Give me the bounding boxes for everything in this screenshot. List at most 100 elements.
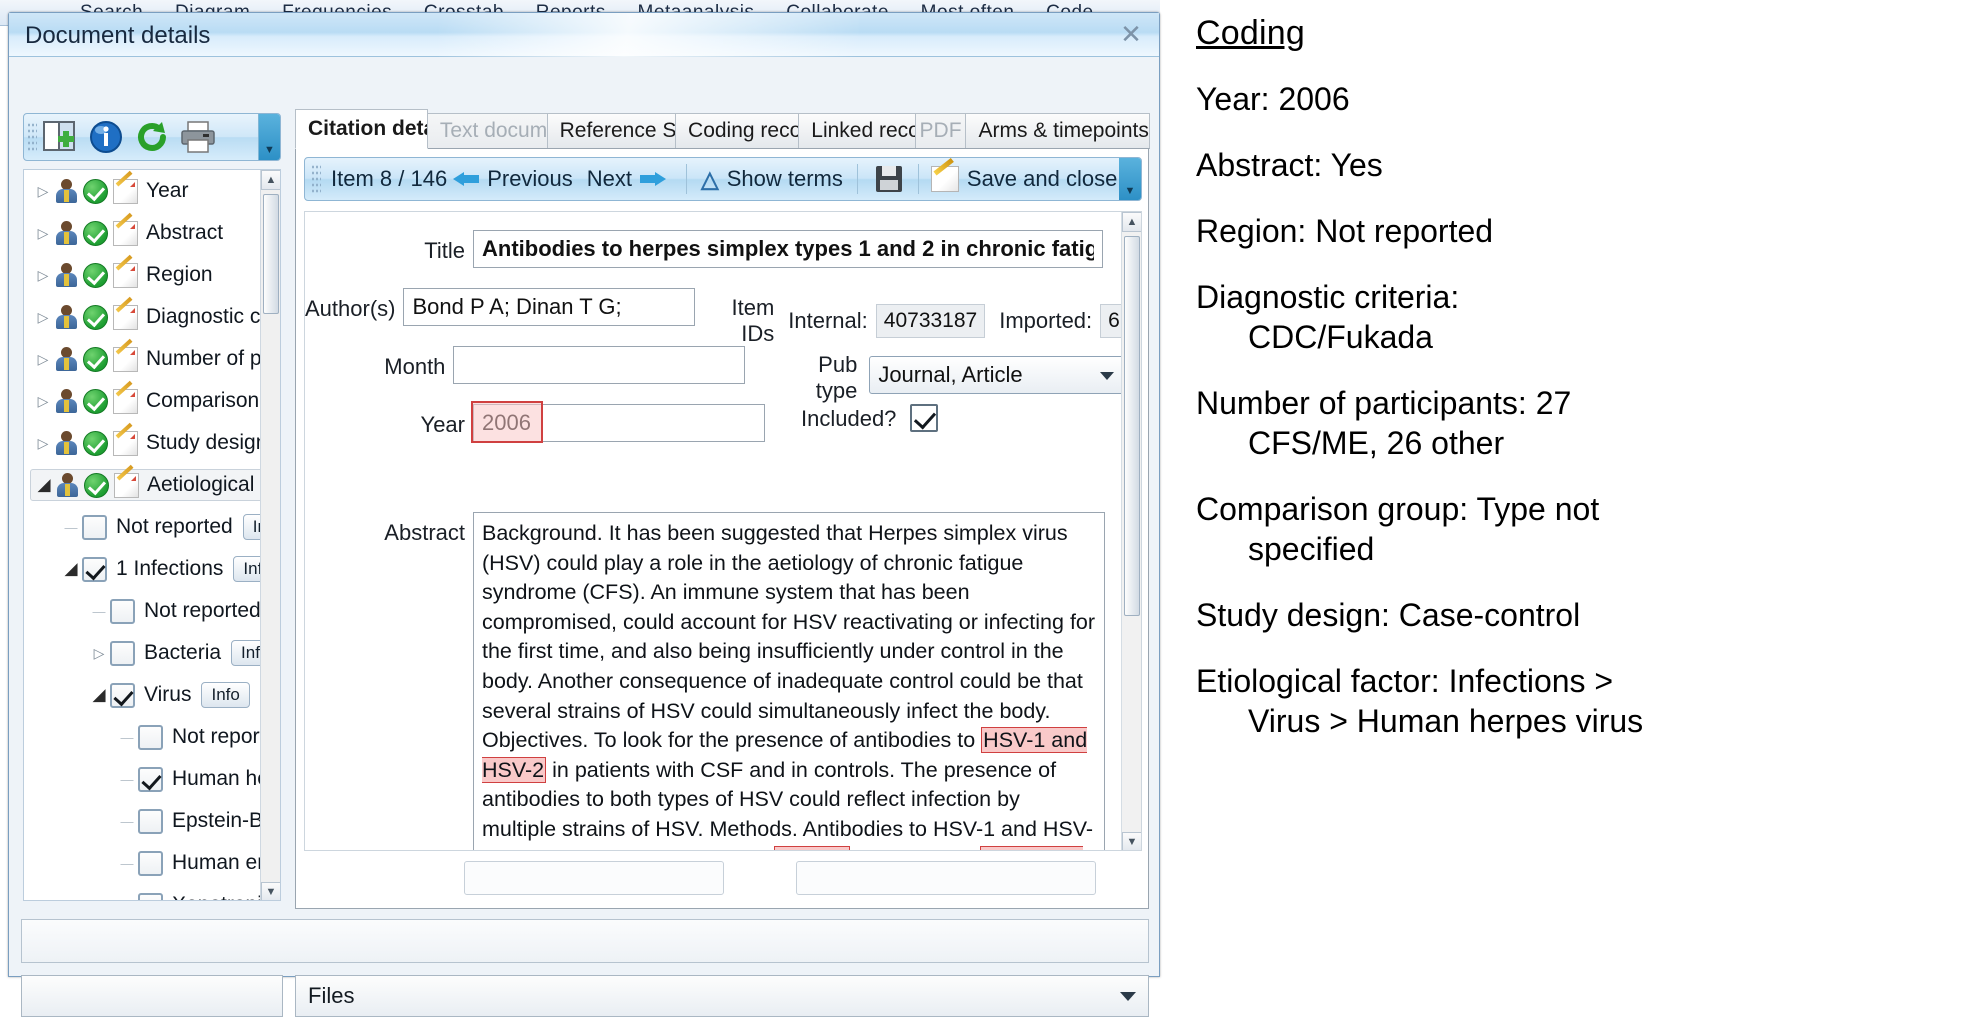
- pub-type-select[interactable]: Journal, Article: [869, 356, 1125, 394]
- tree-item-abstract[interactable]: Abstract: [24, 212, 264, 254]
- toolbar-grip[interactable]: [27, 122, 37, 152]
- coded-check-icon: [84, 472, 109, 498]
- previous-button[interactable]: Previous: [487, 166, 573, 192]
- edit-pencil-icon[interactable]: [113, 388, 138, 414]
- tree-item-human-herpes-virus[interactable]: Human herpes virus: [24, 758, 280, 800]
- toolbar-grip[interactable]: [311, 164, 321, 194]
- save-and-close-button[interactable]: Save and close: [967, 166, 1117, 192]
- tree-item-aetiological-factor[interactable]: Aetiological factor: [24, 464, 280, 506]
- tree-scrollbar[interactable]: ▲ ▼: [260, 170, 280, 900]
- tree-item-checkbox[interactable]: [110, 598, 135, 624]
- tree-item-checkbox[interactable]: [138, 808, 163, 834]
- edit-pencil-icon[interactable]: [113, 304, 138, 330]
- caret-down-icon: ▼: [265, 886, 277, 898]
- tree-item-not-reported[interactable]: Not reportedInfo: [24, 506, 280, 548]
- save-and-close-icon[interactable]: [930, 166, 959, 192]
- form-scrollbar[interactable]: ▲ ▼: [1121, 212, 1141, 850]
- edit-pencil-icon[interactable]: [114, 472, 139, 498]
- secondary-field-left[interactable]: [464, 861, 724, 895]
- expand-icon[interactable]: [32, 183, 54, 200]
- save-icon[interactable]: [875, 166, 902, 192]
- coding-tree-panel: Year Abstract Region Diagnostic criteriaNum…: [23, 169, 281, 901]
- document-details-dialog: Document details ✕ ▼ ▷ Year ▷ Abstract ▷…: [8, 12, 1160, 1017]
- collapse-icon[interactable]: [33, 475, 55, 495]
- tree-item-label: Region: [146, 263, 213, 286]
- edit-pencil-icon[interactable]: [113, 430, 138, 456]
- tab-text-document[interactable]: Text document: [426, 113, 548, 149]
- toolbar-overflow-button[interactable]: ▼: [258, 114, 280, 160]
- tab-linked-records[interactable]: Linked records: [798, 113, 916, 149]
- scroll-down-button[interactable]: ▼: [1122, 832, 1141, 850]
- tree-item-number-of-participants[interactable]: Number of participants: [24, 338, 280, 380]
- previous-arrow-icon[interactable]: [453, 168, 481, 190]
- next-button[interactable]: Next: [587, 166, 632, 192]
- form-scrollbar-thumb[interactable]: [1124, 236, 1140, 616]
- scroll-down-button[interactable]: ▼: [261, 882, 280, 900]
- edit-pencil-icon[interactable]: [113, 220, 138, 246]
- tree-item-year[interactable]: Year: [24, 170, 264, 212]
- tree-item-checkbox[interactable]: [138, 766, 163, 792]
- expand-icon[interactable]: [32, 309, 54, 326]
- next-arrow-icon[interactable]: [638, 168, 667, 190]
- files-section-header[interactable]: Files: [295, 975, 1149, 1017]
- edit-pencil-icon[interactable]: [113, 262, 138, 288]
- tab-coding-record[interactable]: Coding record: [675, 113, 800, 149]
- person-icon: [54, 388, 78, 414]
- tree-item-region[interactable]: Region: [24, 254, 264, 296]
- collapse-icon[interactable]: [88, 685, 110, 705]
- tree-item-virus[interactable]: Virus Info: [24, 674, 264, 716]
- tree-item-bacteria[interactable]: BacteriaInfo: [24, 632, 280, 674]
- tab-citation-details[interactable]: Citation details: [295, 109, 428, 149]
- scroll-up-button[interactable]: ▲: [1122, 212, 1141, 232]
- info-icon[interactable]: [83, 117, 129, 157]
- abstract-textarea[interactable]: Background. It has been suggested that H…: [473, 512, 1105, 850]
- add-document-icon[interactable]: [37, 117, 83, 157]
- year-input[interactable]: [473, 404, 765, 442]
- info-chip-button[interactable]: Info: [201, 682, 250, 708]
- expand-icon[interactable]: [88, 645, 110, 662]
- tree-item-checkbox[interactable]: [138, 724, 163, 750]
- secondary-field-right[interactable]: [796, 861, 1096, 895]
- expand-icon[interactable]: [32, 351, 54, 368]
- tree-item-checkbox[interactable]: [82, 514, 107, 540]
- expand-icon[interactable]: [32, 225, 54, 242]
- included-checkbox[interactable]: [910, 404, 939, 432]
- tab-arms-timepoints[interactable]: Arms & timepoints: [965, 113, 1150, 149]
- show-terms-button[interactable]: Show terms: [727, 166, 843, 192]
- tree-item-1-infections[interactable]: 1 InfectionsInfo: [24, 548, 280, 590]
- coding-entry-main: Diagnostic criteria:: [1196, 279, 1460, 315]
- toolbar-overflow-button[interactable]: ▼: [1119, 158, 1141, 200]
- tree-item-checkbox[interactable]: [110, 682, 135, 708]
- tree-item-comparison-group[interactable]: Comparison group: [24, 380, 280, 422]
- expand-icon[interactable]: [32, 267, 54, 284]
- dialog-titlebar[interactable]: Document details ✕: [9, 13, 1159, 57]
- tab-reference-search[interactable]: Reference Search: [546, 113, 677, 149]
- expand-icon[interactable]: [32, 435, 54, 452]
- tree-item-checkbox[interactable]: [110, 640, 135, 666]
- tree-item-checkbox[interactable]: [138, 892, 163, 900]
- tree-item-checkbox[interactable]: [138, 850, 163, 876]
- tree-scrollbar-thumb[interactable]: [263, 194, 279, 314]
- tree-item-checkbox[interactable]: [82, 556, 107, 582]
- title-input[interactable]: [473, 230, 1103, 268]
- collapse-icon[interactable]: [60, 559, 82, 579]
- scroll-up-button[interactable]: ▲: [261, 170, 280, 190]
- tab-pdf[interactable]: PDF: [914, 113, 967, 149]
- month-input[interactable]: [453, 346, 746, 384]
- tree-item-xenotropic-murine-virus[interactable]: Xenotropic murine virus: [24, 884, 280, 900]
- tree-item-epstein-barr-virus[interactable]: Epstein-Barr virus: [24, 800, 280, 842]
- tree-item-not-reported[interactable]: Not reported: [24, 716, 280, 758]
- authors-input[interactable]: [403, 288, 696, 326]
- refresh-icon[interactable]: [129, 117, 175, 157]
- tree-item-study-design[interactable]: Study design: [24, 422, 267, 464]
- tree-item-diagnostic-criteria[interactable]: Diagnostic criteria: [24, 296, 280, 338]
- expand-icon[interactable]: [32, 393, 54, 410]
- person-icon: [54, 346, 78, 372]
- tree-item-not-reported[interactable]: Not reported: [24, 590, 264, 632]
- edit-pencil-icon[interactable]: [113, 346, 138, 372]
- tree-item-human-enterovirus[interactable]: Human enterovirus: [24, 842, 280, 884]
- print-icon[interactable]: [175, 117, 221, 157]
- close-icon[interactable]: ✕: [1117, 21, 1145, 48]
- citation-form: Title Author(s) Item IDs Internal: 40733…: [304, 211, 1142, 851]
- edit-pencil-icon[interactable]: [113, 178, 138, 204]
